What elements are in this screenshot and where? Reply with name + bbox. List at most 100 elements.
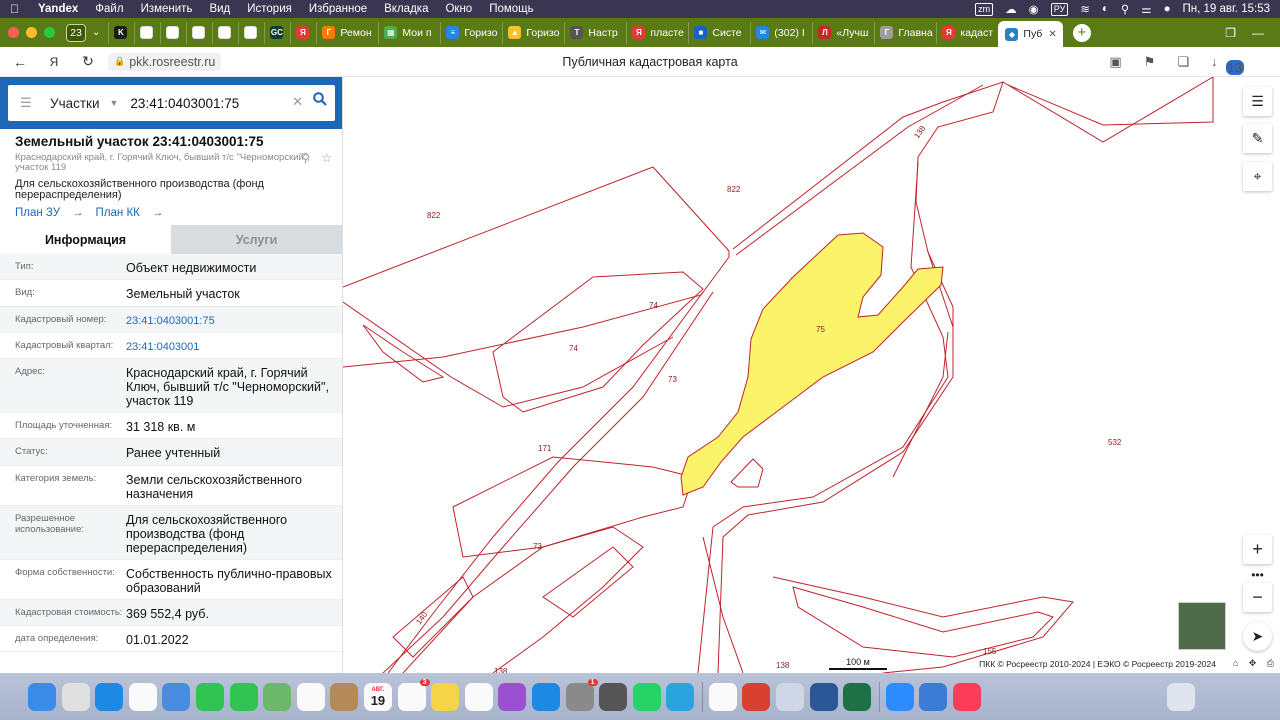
tab-active[interactable]: ◆ Пуб ✕: [998, 21, 1063, 47]
finder-icon[interactable]: [28, 682, 56, 711]
new-tab-button[interactable]: +: [1072, 23, 1091, 42]
url-field[interactable]: 🔒 pkk.rosreestr.ru: [108, 52, 222, 71]
tab-count-badge[interactable]: 23: [66, 23, 86, 42]
tab-item[interactable]: [212, 21, 238, 44]
notes-icon[interactable]: [431, 682, 460, 711]
tab-item[interactable]: T Настр: [564, 21, 626, 44]
tab-item[interactable]: Якадаст: [936, 21, 998, 44]
tab-item[interactable]: Л «Лучш: [812, 21, 874, 44]
move-icon[interactable]: ✥: [1249, 658, 1257, 668]
tab-information[interactable]: Информация: [0, 225, 171, 254]
menu-icon[interactable]: ☰: [20, 95, 34, 111]
tab-item[interactable]: ≡ Горизо: [440, 21, 502, 44]
chrome-icon[interactable]: [128, 682, 157, 711]
close-icon[interactable]: ✕: [1048, 29, 1056, 40]
search-icon[interactable]: [313, 92, 327, 110]
photos-icon[interactable]: [296, 682, 325, 711]
shield-tray-icon[interactable]: ◉: [1029, 2, 1039, 16]
tab-item[interactable]: [186, 21, 212, 44]
maps-icon[interactable]: [263, 682, 292, 711]
window-close-button[interactable]: [8, 27, 19, 38]
map-canvas[interactable]: 822 822 138 74 74 73 75 171 532 73 140 1…: [343, 77, 1280, 673]
menu-help[interactable]: Помощь: [489, 3, 533, 15]
calendar-icon[interactable]: АВГ. 19: [363, 682, 392, 711]
chevron-down-icon[interactable]: ▼: [110, 98, 119, 108]
wifi-icon[interactable]: [919, 682, 948, 711]
zoom-to-object-icon[interactable]: ⚲: [301, 151, 310, 165]
appstore-icon[interactable]: [531, 682, 560, 711]
downloads-icon[interactable]: ↓ 13: [1211, 54, 1258, 75]
layers-button[interactable]: ☰: [1243, 87, 1272, 116]
satellite-basemap-thumbnail[interactable]: [1178, 602, 1226, 650]
yandex-icon[interactable]: [708, 682, 737, 711]
menu-file[interactable]: Файл: [95, 3, 123, 15]
reload-icon[interactable]: ↻: [80, 53, 96, 70]
zoom-out-button[interactable]: −: [1243, 583, 1272, 612]
chevron-down-icon[interactable]: ⌄: [92, 27, 100, 38]
home-icon[interactable]: ⌂: [1233, 658, 1238, 668]
tab-item[interactable]: Япласте: [626, 21, 688, 44]
star-icon[interactable]: ☆: [321, 151, 332, 165]
tab-item[interactable]: [238, 21, 264, 44]
ruler-button[interactable]: ✎: [1243, 124, 1272, 153]
launchpad-icon[interactable]: [61, 682, 90, 711]
tab-item[interactable]: GC: [264, 21, 290, 44]
menu-view[interactable]: Вид: [209, 3, 230, 15]
tab-item[interactable]: ▦ Мои п: [378, 21, 440, 44]
map-view[interactable]: 822 822 138 74 74 73 75 171 532 73 140 1…: [343, 77, 1280, 673]
search-input[interactable]: 23:41:0403001:75: [130, 96, 239, 111]
music-icon[interactable]: [953, 682, 982, 711]
menu-edit[interactable]: Изменить: [141, 3, 193, 15]
settings-icon[interactable]: 1: [565, 678, 598, 711]
messages-icon[interactable]: [229, 682, 258, 711]
safari-icon[interactable]: [95, 682, 124, 711]
mail-icon[interactable]: [162, 682, 191, 711]
menu-clock[interactable]: Пн, 19 авг. 15:53: [1183, 3, 1270, 15]
plan-zu-link[interactable]: План ЗУ →: [15, 207, 84, 219]
tab-item[interactable]: ✉ (302) I: [750, 21, 812, 44]
info-row-link[interactable]: 23:41:0403001:75: [126, 314, 338, 332]
input-language-indicator[interactable]: РУ: [1050, 2, 1069, 16]
plan-kk-link[interactable]: План КК →: [96, 207, 164, 219]
tab-item[interactable]: Я: [290, 21, 316, 44]
menu-history[interactable]: История: [247, 3, 292, 15]
tab-item[interactable]: ▲ Горизо: [502, 21, 564, 44]
window-minimize-button[interactable]: [26, 27, 37, 38]
menu-app-name[interactable]: Yandex: [38, 3, 78, 15]
toggles-icon[interactable]: ⚌: [1141, 2, 1151, 16]
menu-favorites[interactable]: Избранное: [309, 3, 367, 15]
spotlight-icon[interactable]: ⚲: [1121, 2, 1129, 16]
creative-cloud-icon[interactable]: ☁: [1005, 2, 1017, 16]
zoom-icon[interactable]: [885, 682, 914, 711]
reminders-icon[interactable]: 3: [397, 678, 430, 711]
whatsapp-icon[interactable]: [632, 682, 661, 711]
window-zoom-button[interactable]: [44, 27, 55, 38]
control-center-icon[interactable]: ◐: [1102, 3, 1109, 15]
search-type-select[interactable]: Участки: [50, 96, 100, 111]
tab-item[interactable]: [134, 21, 160, 44]
info-row-link[interactable]: 23:41:0403001: [126, 340, 338, 358]
zoom-tray-icon[interactable]: zm: [975, 2, 994, 16]
tab-manager-icon[interactable]: ❐: [1225, 26, 1236, 40]
contacts-icon[interactable]: [330, 682, 359, 711]
preview-icon[interactable]: [776, 682, 805, 711]
clear-icon[interactable]: ✕: [292, 94, 303, 110]
menu-tab[interactable]: Вкладка: [384, 3, 428, 15]
reader-mode-icon[interactable]: ▣: [1109, 54, 1121, 70]
locate-button[interactable]: ⌖: [1243, 162, 1272, 191]
bookmark-icon[interactable]: ⚑: [1144, 54, 1156, 70]
siri-icon[interactable]: ●: [1164, 3, 1171, 15]
tab-item[interactable]: Г Главна: [874, 21, 936, 44]
tab-item[interactable]: Г Ремон: [316, 21, 378, 44]
trash-icon[interactable]: [1166, 682, 1195, 711]
minimize-browser-icon[interactable]: —: [1252, 26, 1264, 40]
tab-item[interactable]: K: [108, 21, 134, 44]
extensions-icon[interactable]: ❏: [1177, 54, 1189, 70]
tab-item[interactable]: [160, 21, 186, 44]
excel-icon[interactable]: [843, 682, 872, 711]
facetime-icon[interactable]: [195, 682, 224, 711]
freeform-icon[interactable]: [464, 682, 493, 711]
menu-window[interactable]: Окно: [445, 3, 472, 15]
telegram-icon[interactable]: [666, 682, 695, 711]
tab-item[interactable]: ■ Систе: [688, 21, 750, 44]
